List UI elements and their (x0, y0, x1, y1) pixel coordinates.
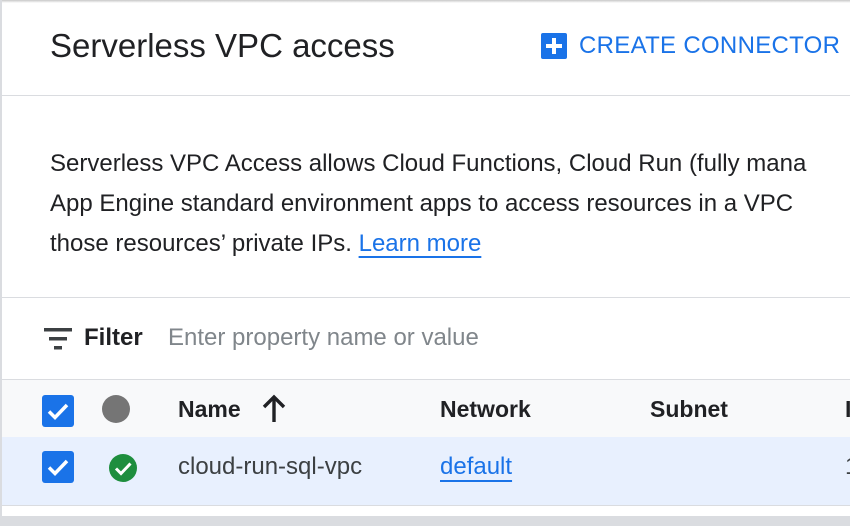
network-link[interactable]: default (440, 452, 512, 482)
description-line-2: App Engine standard environment apps to … (50, 190, 794, 217)
connector-name: cloud-run-sql-vpc (178, 453, 363, 480)
column-header-network[interactable]: Network (440, 394, 531, 424)
create-connector-label: CREATE CONNECTOR (579, 32, 841, 59)
divider (0, 297, 850, 298)
checkmark-icon (47, 459, 69, 477)
description-line-1: Serverless VPC Access allows Cloud Funct… (50, 150, 807, 177)
column-header-name[interactable]: Name (178, 394, 241, 424)
table-row[interactable]: cloud-run-sql-vpc default 1 (0, 437, 850, 506)
filter-list-icon[interactable] (44, 328, 72, 350)
description-text: Serverless VPC Access allows Cloud Funct… (50, 144, 850, 264)
column-header-subnet[interactable]: Subnet (650, 394, 728, 424)
panel-border (0, 0, 2, 526)
filter-label: Filter (84, 324, 143, 351)
checkmark-icon (47, 403, 69, 421)
row-select-checkbox[interactable] (42, 451, 74, 483)
arrow-upward-icon[interactable] (261, 394, 287, 424)
create-connector-button[interactable]: CREATE CONNECTOR (540, 30, 840, 62)
add-box-icon (541, 33, 567, 59)
row-extra-value: 1 (845, 452, 850, 482)
check-circle-icon (109, 454, 137, 482)
description-line-3-container: those resources’ private IPs. Learn more (50, 224, 850, 264)
status-column-icon (102, 395, 130, 423)
select-all-checkbox[interactable] (42, 395, 74, 427)
horizontal-scrollbar[interactable] (0, 516, 850, 526)
table-header-row: Name Network Subnet I (0, 379, 850, 438)
page-header: Serverless VPC access CREATE CONNECTOR (0, 0, 850, 96)
description-line-3: those resources’ private IPs. (50, 230, 352, 257)
column-header-next[interactable]: I (845, 394, 850, 424)
filter-input[interactable] (168, 320, 768, 356)
column-name-label: Name (178, 396, 241, 422)
page-title: Serverless VPC access (50, 27, 395, 64)
learn-more-link[interactable]: Learn more (359, 230, 482, 257)
